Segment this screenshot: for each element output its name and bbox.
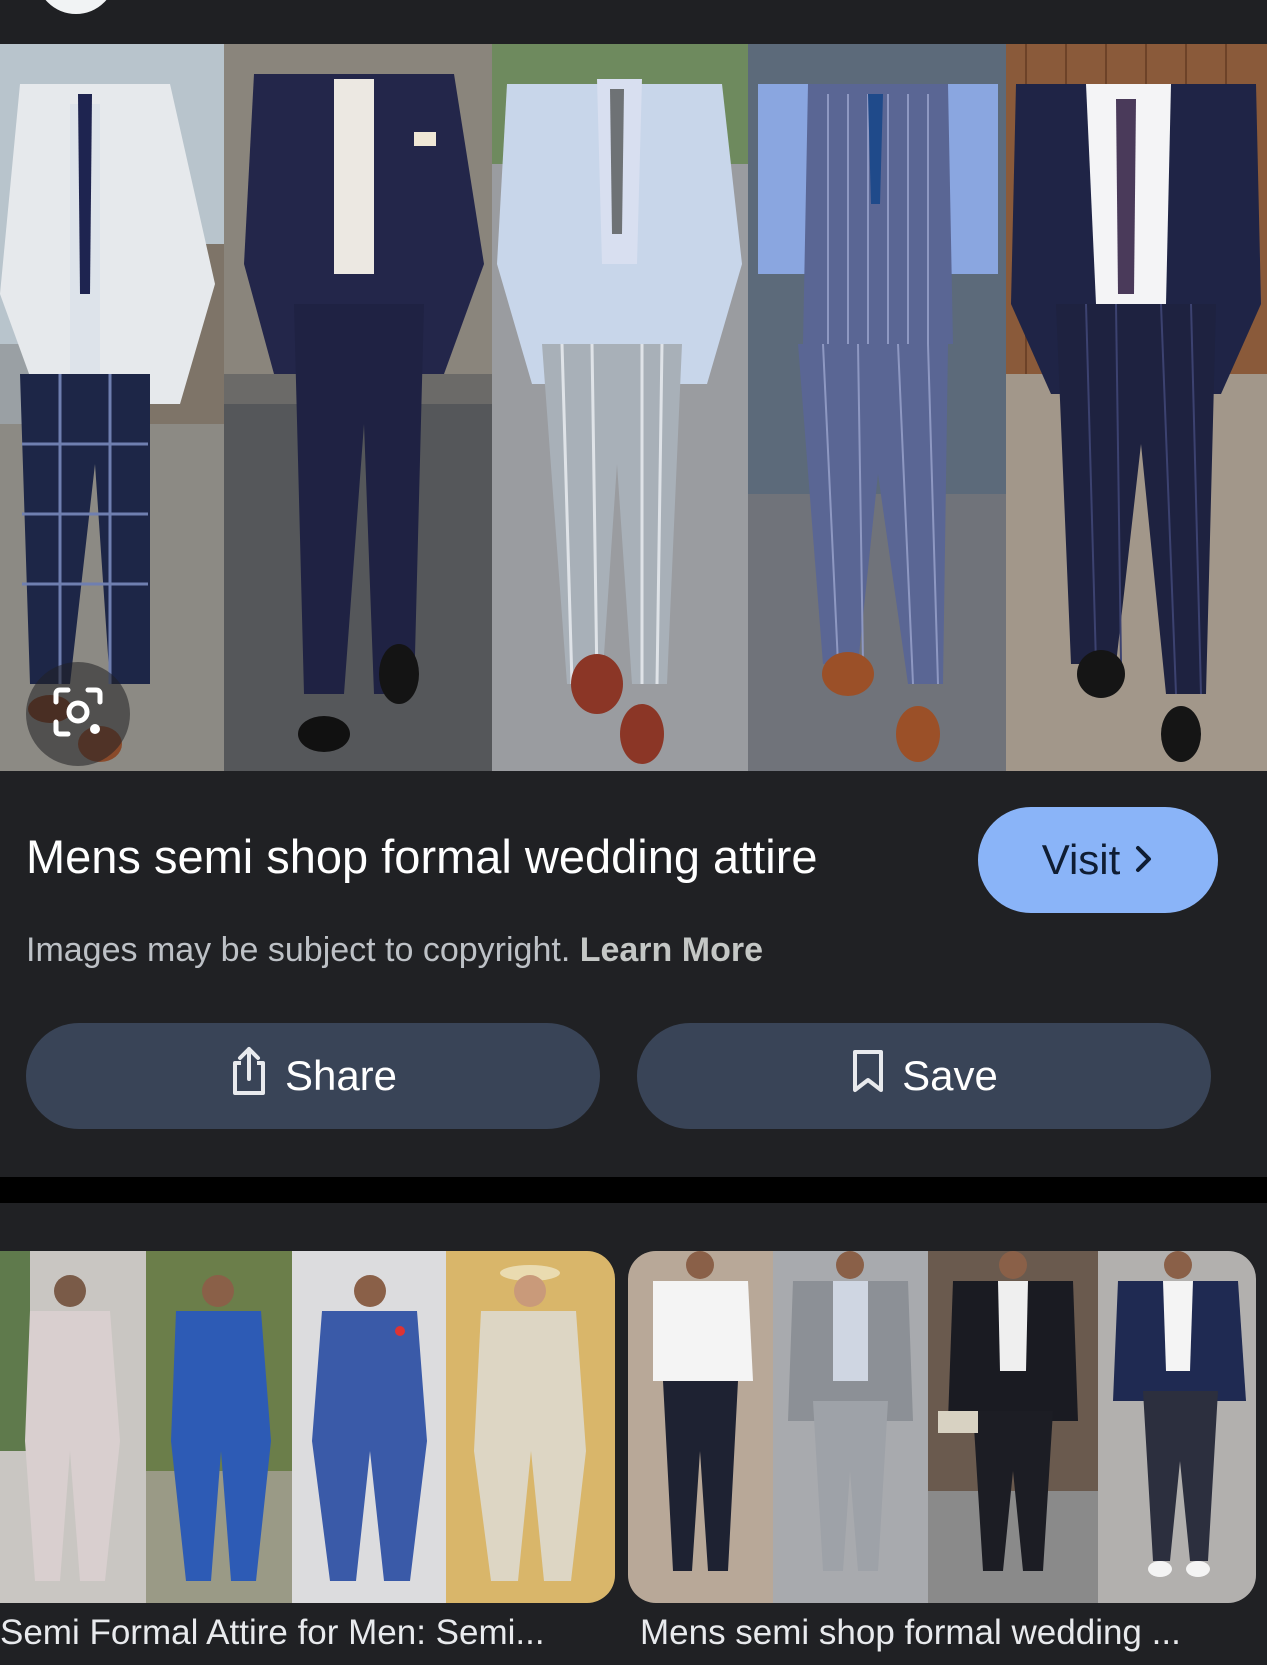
visit-button[interactable]: Visit: [978, 807, 1218, 913]
related-caption[interactable]: Semi Formal Attire for Men: Semi...: [0, 1613, 600, 1653]
learn-more-link[interactable]: Learn More: [580, 931, 763, 969]
outfit-photo-navy-suit: [224, 44, 492, 771]
chevron-right-icon: [1134, 836, 1154, 884]
copyright-text: Images may be subject to copyright.: [26, 931, 571, 969]
related-thumb-white-shirt: [628, 1251, 773, 1603]
share-label: Share: [284, 1052, 398, 1099]
lens-icon: [50, 684, 106, 745]
outfit-photo-white-blazer: [0, 44, 224, 771]
section-divider: [0, 1177, 1267, 1203]
main-image[interactable]: [0, 44, 1267, 771]
related-card[interactable]: [628, 1251, 1256, 1603]
save-button[interactable]: Save: [637, 1023, 1211, 1129]
outfit-photo-light-blue-blazer: [492, 44, 748, 771]
related-caption[interactable]: Mens semi shop formal wedding ...: [640, 1613, 1260, 1653]
outfit-photo-navy-pinstripe-suit: [1006, 44, 1267, 771]
related-thumb-black-suit: [928, 1251, 1098, 1603]
related-thumb-grey-suit: [773, 1251, 928, 1603]
related-thumb-beige-suit: [0, 1251, 146, 1603]
outfit-photo-pinstripe-vest: [748, 44, 1006, 771]
visit-label: Visit: [1041, 836, 1121, 883]
related-thumb-blue-suit: [146, 1251, 292, 1603]
related-thumb-navy-blazer: [1098, 1251, 1256, 1603]
related-card[interactable]: [0, 1251, 615, 1603]
result-title: Mens semi shop formal wedding attire: [26, 830, 818, 883]
related-results: Semi Formal Attire for Men: Semi... Mens…: [0, 1203, 1267, 1665]
share-button[interactable]: Share: [26, 1023, 600, 1129]
share-icon: [229, 1045, 269, 1107]
related-thumb-cream-suit: [446, 1251, 615, 1603]
save-label: Save: [902, 1052, 998, 1099]
result-info-panel: Mens semi shop formal wedding attire Vis…: [0, 771, 1267, 1177]
related-thumb-blue-double-breasted: [292, 1251, 446, 1603]
lens-button[interactable]: [26, 662, 130, 766]
top-bar: [0, 0, 1267, 44]
copyright-notice: Images may be subject to copyright. Lear…: [26, 931, 763, 970]
bookmark-icon: [850, 1048, 886, 1104]
